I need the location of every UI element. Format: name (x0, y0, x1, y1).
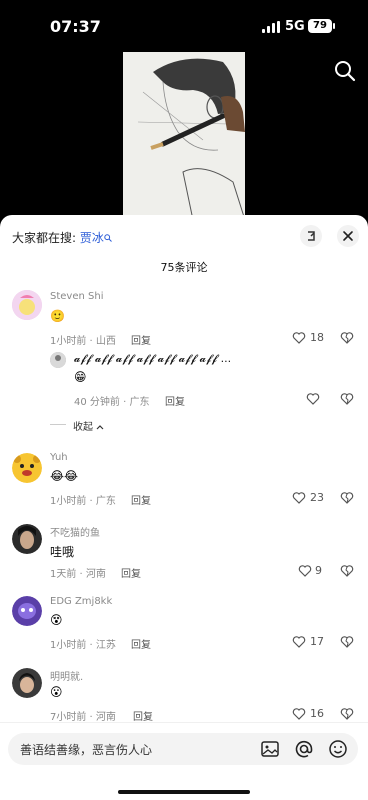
broken-heart-icon[interactable] (340, 707, 354, 721)
comment-username[interactable]: Steven Shi (50, 291, 103, 302)
reply-emoji: 😁 (74, 370, 87, 384)
comment-text: 哇哦 (50, 545, 75, 559)
suggest-keyword[interactable]: 贾冰 (80, 231, 104, 245)
broken-heart-icon[interactable] (340, 564, 354, 578)
small-search-icon (104, 234, 112, 242)
reply-button[interactable]: 回复 (131, 332, 151, 347)
heart-icon[interactable] (292, 707, 306, 721)
broken-heart-icon[interactable] (340, 635, 354, 649)
heart-icon[interactable] (292, 331, 306, 345)
reply-button[interactable]: 回复 (133, 708, 153, 723)
collapse-label: 收起 (73, 422, 93, 433)
status-bar: 07:37 5G 79 (0, 0, 368, 52)
drawing-image (123, 52, 245, 220)
comment-input[interactable]: 善语结善缘，恶言伤人心 (8, 733, 358, 765)
network-type: 5G (285, 19, 305, 34)
avatar[interactable] (12, 290, 42, 320)
divider (50, 424, 66, 425)
comment-username[interactable]: 明明就. (50, 668, 83, 683)
search-suggestion[interactable]: 大家都在搜: 贾冰 (12, 229, 112, 246)
avatar[interactable] (12, 596, 42, 626)
avatar[interactable] (12, 524, 42, 554)
battery-icon: 79 (308, 19, 335, 33)
signal-icon (262, 21, 280, 33)
close-icon (343, 231, 353, 241)
broken-heart-icon[interactable] (340, 491, 354, 505)
comment-username[interactable]: Yuh (50, 452, 68, 463)
chevron-up-icon (96, 425, 104, 430)
video-preview[interactable] (123, 52, 245, 220)
reply-meta: 40 分钟前 · 广东 (74, 397, 150, 408)
reply-button[interactable]: 回复 (131, 492, 151, 507)
reply-button[interactable]: 回复 (121, 565, 141, 580)
like-count: 9 (315, 564, 322, 577)
broken-heart-icon[interactable] (340, 331, 354, 345)
comment-placeholder: 善语结善缘，恶言伤人心 (20, 743, 153, 757)
reply-text: 𝓪𝓯𝓯 𝓪𝓯𝓯 𝓪𝓯𝓯 𝓪𝓯𝓯 𝓪𝓯𝓯 𝓪𝓯𝓯 𝓪𝓯𝓯 ... (74, 352, 232, 365)
home-indicator (118, 790, 250, 794)
comment-meta: 1天前 · 河南 (50, 569, 106, 580)
status-time: 07:37 (50, 17, 101, 36)
suggest-prefix: 大家都在搜: (12, 231, 77, 245)
like-count: 23 (310, 491, 324, 504)
comment-meta: 1小时前 · 广东 (50, 496, 116, 507)
heart-icon[interactable] (306, 392, 320, 406)
comment-count: 75条评论 (160, 261, 208, 274)
close-button[interactable] (337, 225, 359, 247)
like-count: 17 (310, 635, 324, 648)
expand-button[interactable] (300, 225, 322, 247)
comment-emoji: 😮 (50, 685, 63, 699)
comment-emoji: 🙂 (50, 309, 65, 323)
comment-emoji: 😂😂 (50, 469, 79, 483)
broken-heart-icon[interactable] (340, 392, 354, 406)
comment-sheet: 大家都在搜: 贾冰 75条评论 Steven Shi 🙂 1小时前 · 山西 回… (0, 215, 368, 800)
comment-emoji: 😵 (50, 613, 63, 627)
reply-button[interactable]: 回复 (131, 636, 151, 651)
comment-input-bar: 善语结善缘，恶言伤人心 (0, 722, 368, 800)
comment-meta: 1小时前 · 江苏 (50, 640, 116, 651)
reply-button[interactable]: 回复 (165, 393, 185, 408)
avatar[interactable] (50, 352, 66, 368)
mention-icon[interactable] (294, 739, 314, 759)
heart-icon[interactable] (292, 491, 306, 505)
comment-username[interactable]: EDG Zmj8kk (50, 596, 112, 607)
emoji-icon[interactable] (328, 739, 348, 759)
avatar[interactable] (12, 453, 42, 483)
image-icon[interactable] (260, 739, 280, 759)
heart-icon[interactable] (292, 635, 306, 649)
search-icon[interactable] (334, 60, 356, 82)
heart-icon[interactable] (298, 564, 312, 578)
like-count: 18 (310, 331, 324, 344)
collapse-button[interactable]: 收起 (73, 418, 104, 433)
avatar[interactable] (12, 668, 42, 698)
comment-username[interactable]: 不吃猫的鱼 (50, 524, 100, 539)
comment-meta: 1小时前 · 山西 (50, 336, 116, 347)
like-count: 16 (310, 707, 324, 720)
comment-meta: 7小时前 · 河南 (50, 712, 116, 723)
expand-icon (308, 231, 315, 241)
